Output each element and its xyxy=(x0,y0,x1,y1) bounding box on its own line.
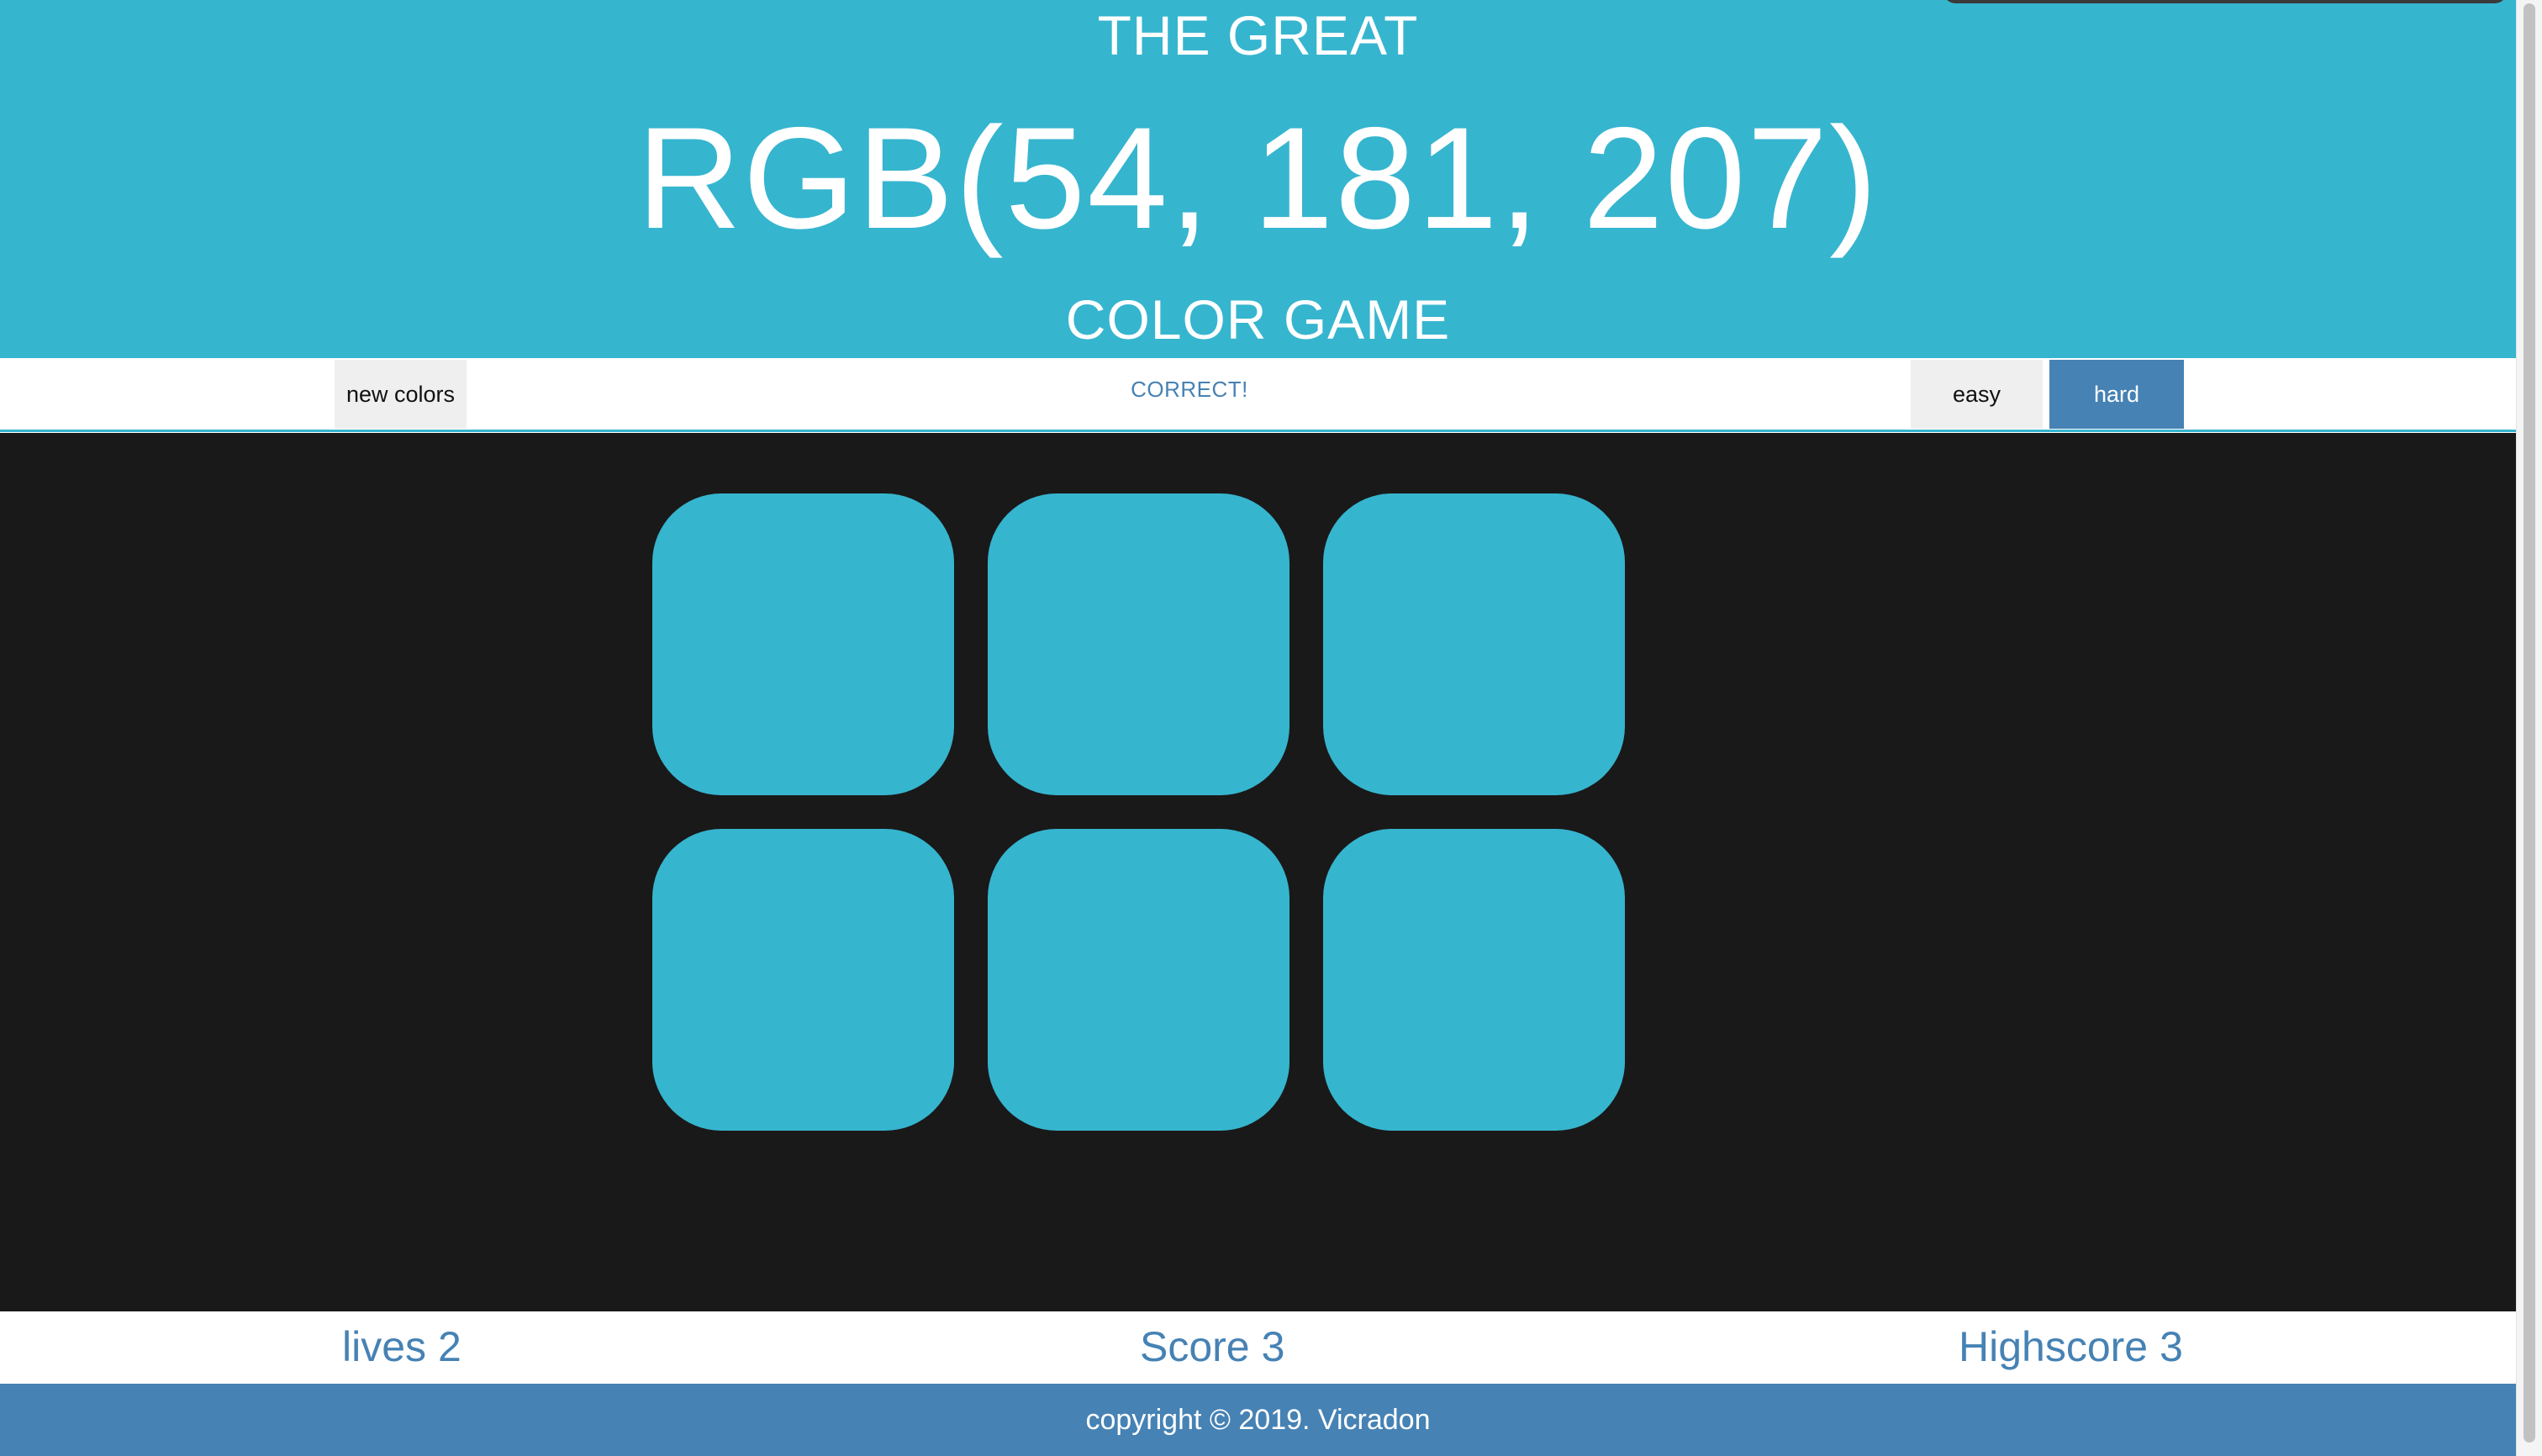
easy-mode-button[interactable]: easy xyxy=(1911,360,2043,429)
lives-label: lives xyxy=(342,1323,427,1370)
game-header: THE GREAT RGB(54, 181, 207) COLOR GAME xyxy=(0,0,2516,358)
score-label: Score xyxy=(1140,1323,1250,1370)
color-square[interactable] xyxy=(1323,493,1625,795)
scrollbar-thumb[interactable] xyxy=(2524,3,2535,1443)
highscore-value: 3 xyxy=(2160,1323,2183,1370)
color-square[interactable] xyxy=(1323,829,1625,1131)
result-message: CORRECT! xyxy=(1131,377,1248,402)
color-board xyxy=(0,433,2516,1311)
color-square[interactable] xyxy=(652,829,954,1131)
lives-stat: lives 2 xyxy=(342,1321,461,1372)
score-value: 3 xyxy=(1261,1323,1285,1370)
header-subtitle-bottom: COLOR GAME xyxy=(1065,288,1451,351)
highscore-stat: Highscore 3 xyxy=(1959,1321,2183,1372)
copyright-text: copyright © 2019. Vicradon xyxy=(1085,1404,1431,1436)
control-bar: new colors CORRECT! easy hard xyxy=(0,358,2516,432)
hard-mode-button[interactable]: hard xyxy=(2049,360,2184,429)
game-content: THE GREAT RGB(54, 181, 207) COLOR GAME n… xyxy=(0,0,2516,1456)
color-square[interactable] xyxy=(988,493,1289,795)
highscore-label: Highscore xyxy=(1959,1323,2149,1370)
vertical-scrollbar[interactable] xyxy=(2516,0,2542,1456)
stats-bar: lives 2 Score 3 Highscore 3 xyxy=(0,1311,2516,1384)
color-square[interactable] xyxy=(988,829,1289,1131)
page: THE GREAT RGB(54, 181, 207) COLOR GAME n… xyxy=(0,0,2542,1456)
color-square[interactable] xyxy=(652,493,954,795)
rgb-target-display: RGB(54, 181, 207) xyxy=(636,98,1880,259)
lives-value: 2 xyxy=(438,1323,461,1370)
page-footer: copyright © 2019. Vicradon xyxy=(0,1384,2516,1456)
new-colors-button[interactable]: new colors xyxy=(335,360,467,429)
score-stat: Score 3 xyxy=(1140,1321,1284,1372)
header-subtitle-top: THE GREAT xyxy=(1097,4,1419,66)
overlay-edge xyxy=(1943,0,2507,3)
